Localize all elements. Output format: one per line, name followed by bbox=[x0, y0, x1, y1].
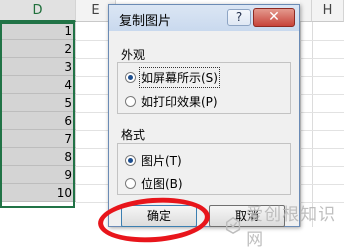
watermark: 爱创根知识网 bbox=[224, 200, 344, 250]
option-bitmap[interactable]: 位图(B) bbox=[125, 175, 183, 192]
column-header-h[interactable]: H bbox=[312, 0, 344, 22]
help-button[interactable]: ? bbox=[227, 9, 251, 26]
radio-icon[interactable] bbox=[125, 96, 136, 107]
cell-d10[interactable]: 10 bbox=[0, 184, 76, 202]
cell-d9[interactable]: 9 bbox=[0, 166, 76, 184]
cell-d4[interactable]: 4 bbox=[0, 76, 76, 94]
close-button[interactable]: ✕ bbox=[253, 8, 295, 27]
watermark-text: 爱创根知识网 bbox=[246, 205, 337, 250]
radio-selected-icon[interactable] bbox=[125, 155, 136, 166]
dialog-title: 复制图片 bbox=[119, 14, 172, 29]
grid-line bbox=[300, 22, 301, 227]
cell-d8[interactable]: 8 bbox=[0, 148, 76, 166]
column-d-cells: 1 2 3 4 5 6 7 8 9 10 bbox=[0, 22, 76, 202]
cell-d3[interactable]: 3 bbox=[0, 58, 76, 76]
column-header-g[interactable] bbox=[300, 0, 312, 22]
column-header-d[interactable]: D bbox=[0, 0, 76, 22]
option-label: 如屏幕所示(S) bbox=[139, 67, 220, 88]
radio-icon[interactable] bbox=[125, 178, 136, 189]
appearance-group-label: 外观 bbox=[121, 48, 146, 62]
option-label: 如打印效果(P) bbox=[141, 95, 218, 109]
cell-d2[interactable]: 2 bbox=[0, 40, 76, 58]
cell-d6[interactable]: 6 bbox=[0, 112, 76, 130]
format-group-label: 格式 bbox=[121, 128, 146, 142]
option-label: 图片(T) bbox=[141, 154, 182, 168]
ok-button[interactable]: 确定 bbox=[121, 205, 197, 227]
copy-picture-dialog: 复制图片 ? ✕ 外观 如屏幕所示(S) 如打印效果(P) 格式 图片(T) 位… bbox=[108, 4, 300, 227]
option-as-shown-on-screen[interactable]: 如屏幕所示(S) bbox=[125, 67, 220, 88]
cell-d1[interactable]: 1 bbox=[0, 22, 76, 40]
grid-line bbox=[312, 22, 313, 227]
option-picture[interactable]: 图片(T) bbox=[125, 152, 182, 169]
watermark-logo-icon bbox=[225, 216, 241, 234]
dialog-titlebar[interactable]: 复制图片 ? ✕ bbox=[109, 5, 299, 31]
option-as-printed[interactable]: 如打印效果(P) bbox=[125, 93, 218, 110]
option-label: 位图(B) bbox=[141, 177, 183, 191]
cell-d7[interactable]: 7 bbox=[0, 130, 76, 148]
radio-selected-icon[interactable] bbox=[125, 72, 136, 83]
cell-d5[interactable]: 5 bbox=[0, 94, 76, 112]
